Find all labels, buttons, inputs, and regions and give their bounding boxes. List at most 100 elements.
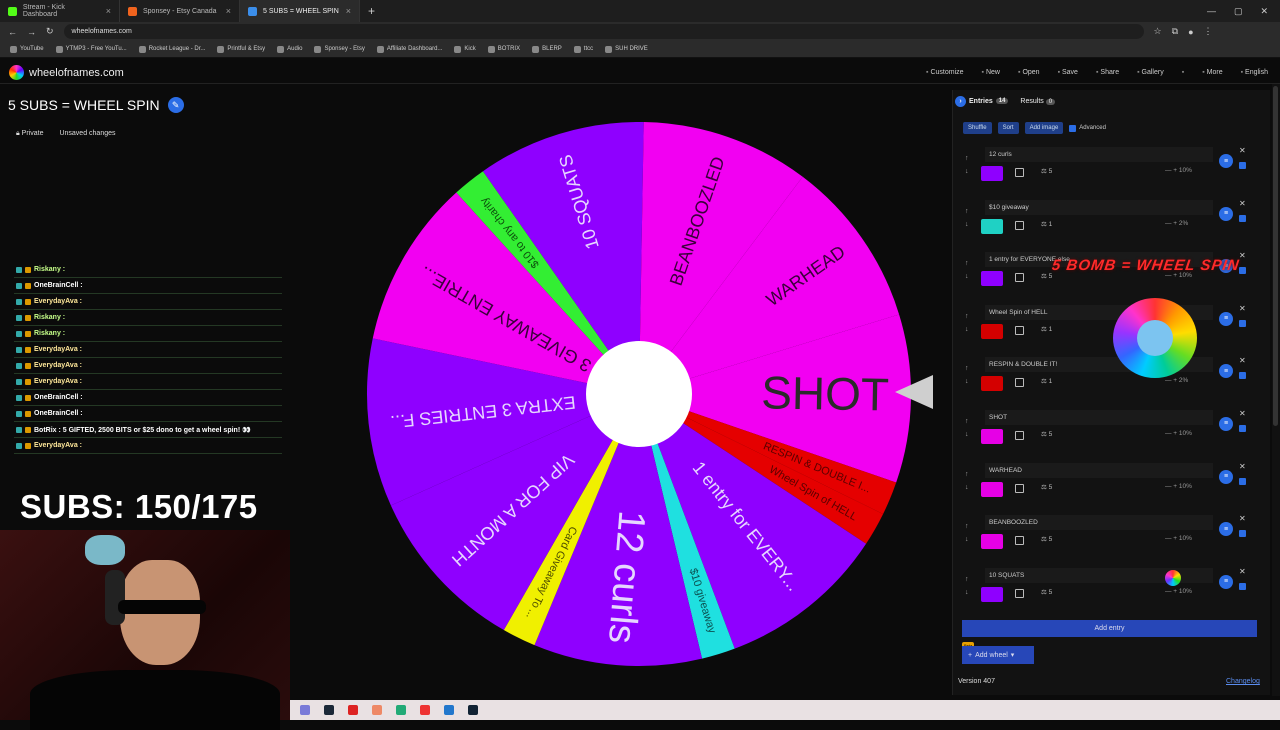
save-button[interactable]: Save [1058,69,1078,76]
share-button[interactable]: Share [1096,69,1119,76]
entry-weight[interactable]: ⚖ 1 [1041,220,1052,228]
entry-enabled-checkbox[interactable] [1239,582,1246,590]
bookmark-item[interactable]: Affiliate Dashboard... [376,45,442,53]
site-logo[interactable]: wheelofnames.com [0,65,124,80]
image-icon[interactable] [1015,588,1024,598]
wheel-center[interactable] [586,341,692,447]
tab-entries[interactable]: › Entries 14 [955,95,1009,107]
close-icon[interactable]: × [226,6,231,16]
new-button[interactable]: New [982,69,1000,76]
entry-enabled-checkbox[interactable] [1239,162,1246,169]
entry-weight[interactable]: ⚖ 1 [1041,325,1052,333]
entry-options-button[interactable]: ≡ [1219,469,1233,484]
bookmark-item[interactable]: BOTRIX [487,45,520,53]
extensions-icon[interactable]: ⧉ [1172,26,1178,37]
entry-enabled-checkbox[interactable] [1239,372,1246,380]
sort-button[interactable]: Sort [997,122,1019,134]
chevron-down-icon[interactable]: ▾ [1011,651,1015,659]
entry-color-button[interactable] [981,271,1003,287]
entry-options-button[interactable]: ≡ [1219,154,1233,168]
taskbar-app-icon[interactable] [300,705,310,715]
entry-options-button[interactable]: ≡ [1219,311,1233,326]
entry-weight[interactable]: ⚖ 5 [1041,430,1052,438]
delete-icon[interactable]: ✕ [1239,356,1246,365]
delete-icon[interactable]: ✕ [1239,199,1246,208]
open-button[interactable]: Open [1018,69,1039,76]
taskbar-app-icon[interactable] [372,705,382,715]
chrome-icon[interactable] [420,705,430,715]
tab-results[interactable]: Results 0 [1020,98,1056,105]
image-icon[interactable] [1015,483,1024,493]
entry-weight[interactable]: ⚖ 5 [1041,483,1052,491]
new-tab-button[interactable]: + [360,4,383,18]
entry-name-input[interactable]: $10 giveaway [985,199,1213,215]
add-image-button[interactable]: Add image [1024,122,1064,134]
wheel-of-names[interactable]: SHOTRESPIN & DOUBLE I...Wheel Spin of HE… [360,115,920,675]
url-field[interactable]: wheelofnames.com [63,24,1144,39]
entry-color-button[interactable] [981,166,1003,181]
entry-color-button[interactable] [981,218,1003,234]
close-icon[interactable]: × [346,6,351,16]
bookmark-item[interactable]: ttcc [573,45,593,53]
taskbar-app-icon[interactable] [396,705,406,715]
terminal-icon[interactable] [468,705,478,715]
entry-color-button[interactable] [981,428,1003,444]
minimize-icon[interactable]: — [1207,6,1216,17]
browser-tab-etsy[interactable]: Sponsey - Etsy Canada × [120,0,240,22]
profile-icon[interactable]: ● [1188,27,1193,37]
entry-color-button[interactable] [981,323,1003,339]
bookmark-item[interactable]: Kick [454,45,476,53]
entry-enabled-checkbox[interactable] [1239,477,1246,485]
close-window-icon[interactable]: ✕ [1260,6,1268,17]
scrollbar-thumb[interactable] [1273,86,1278,426]
entry-name-input[interactable]: SHOT [985,409,1213,425]
browser-tab-kick[interactable]: Stream - Kick Dashboard × [0,0,120,22]
reorder-icon[interactable]: ↑ ↓ [965,520,969,546]
opera-icon[interactable] [348,705,358,715]
entry-options-button[interactable]: ≡ [1219,522,1233,537]
entry-color-button[interactable] [981,376,1003,392]
collapse-icon[interactable]: › [955,95,966,107]
entry-name-input[interactable]: 12 curls [985,147,1213,162]
scrollbar[interactable] [1272,84,1280,696]
bookmark-item[interactable]: BLERP [532,45,562,53]
forward-icon[interactable]: → [27,27,36,37]
add-entry-button[interactable]: Add entry [962,620,1257,637]
delete-icon[interactable]: ✕ [1239,409,1246,418]
reorder-icon[interactable]: ↑ ↓ [965,362,969,388]
entry-color-button[interactable] [981,586,1003,602]
entry-weight[interactable]: ⚖ 1 [1041,377,1052,385]
reorder-icon[interactable]: ↑ ↓ [965,468,969,494]
entry-enabled-checkbox[interactable] [1239,319,1246,327]
reload-icon[interactable]: ↻ [46,26,54,37]
reorder-icon[interactable]: ↑ ↓ [965,205,969,231]
gallery-button[interactable]: Gallery [1137,69,1164,76]
reorder-icon[interactable]: ↑ ↓ [965,152,969,178]
bookmark-star-icon[interactable]: ☆ [1154,26,1162,37]
changelog-link[interactable]: Changelog [1226,678,1260,685]
bookmark-item[interactable]: SUH DRIVE [605,45,648,53]
reorder-icon[interactable]: ↑ ↓ [965,257,969,283]
more-button[interactable]: More [1202,69,1223,76]
entry-enabled-checkbox[interactable] [1239,214,1246,222]
shuffle-button[interactable]: Shuffle [963,122,992,134]
entry-weight[interactable]: ⚖ 5 [1041,535,1052,543]
image-icon[interactable] [1015,430,1024,440]
browser-tab-wheel[interactable]: 5 SUBS = WHEEL SPIN × [240,0,360,22]
language-button[interactable]: English [1241,69,1268,76]
image-icon[interactable] [1015,325,1024,335]
bookmark-item[interactable]: YTMP3 - Free YouTu... [55,45,127,53]
entry-weight[interactable]: ⚖ 5 [1041,588,1052,596]
bookmark-item[interactable]: YouTube [10,45,44,53]
steam-icon[interactable] [324,705,334,715]
delete-icon[interactable]: ✕ [1239,146,1246,155]
delete-icon[interactable]: ✕ [1239,304,1246,313]
reorder-icon[interactable]: ↑ ↓ [965,573,969,599]
edit-title-button[interactable]: ✎ [167,97,184,113]
entry-name-input[interactable]: BEANBOOZLED [985,515,1213,531]
entry-enabled-checkbox[interactable] [1239,530,1246,538]
bookmark-item[interactable]: Printful & Etsy [217,45,265,53]
add-wheel-button[interactable]: + Add wheel ▾ [962,646,1034,664]
entry-options-button[interactable]: ≡ [1219,364,1233,379]
entry-options-button[interactable]: ≡ [1219,574,1233,589]
